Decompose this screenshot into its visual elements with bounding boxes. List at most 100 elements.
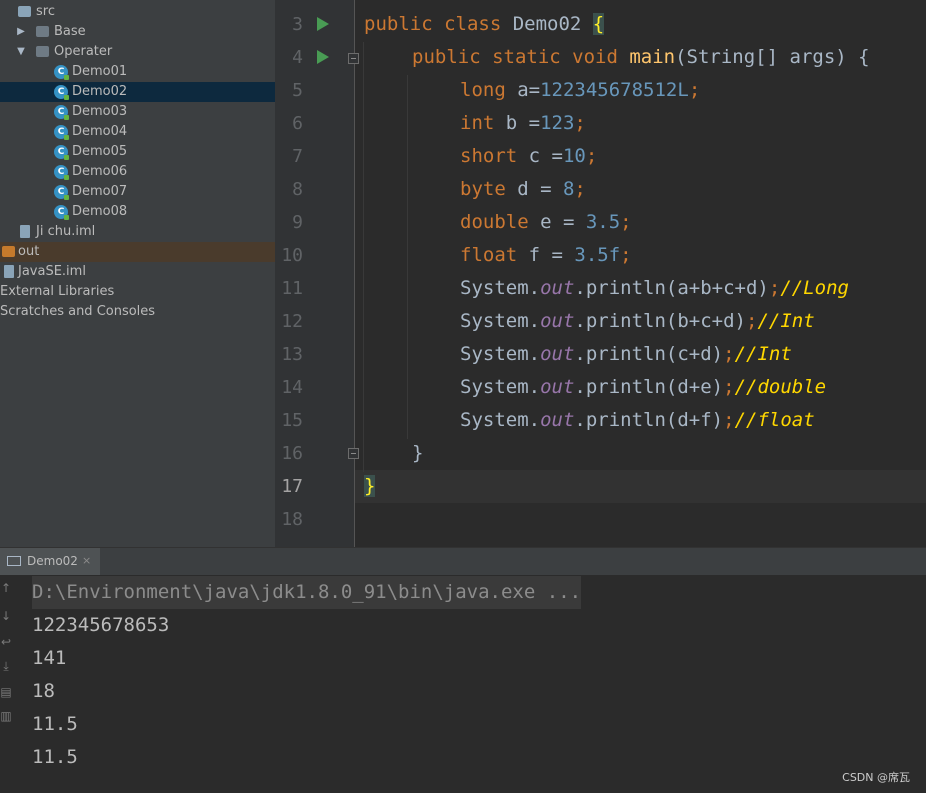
tree-item-label: src: [36, 4, 55, 19]
line-number: 14: [281, 377, 303, 398]
code-line: System.out.println(d+e);//double: [460, 376, 827, 398]
line-number: 18: [281, 509, 303, 530]
line-number: 17: [281, 476, 303, 497]
code-line: short c =10;: [460, 145, 598, 167]
run-toolbar: ↑ ↓ ↩ ⤓ ▤ ▥: [0, 575, 18, 793]
tree-item-label: Base: [54, 24, 86, 39]
console-output-line: 141: [32, 647, 67, 669]
tree-item-operater[interactable]: ▼ Operater: [0, 42, 275, 62]
tree-item-out[interactable]: out: [0, 242, 275, 262]
indent-guide: [407, 75, 408, 439]
code-line: }: [364, 475, 376, 497]
java-class-icon: C: [54, 105, 69, 120]
tree-item-label: External Libraries: [0, 284, 115, 299]
tree-item-base[interactable]: ▶ Base: [0, 22, 275, 42]
line-number: 9: [292, 212, 303, 233]
line-number: 7: [292, 146, 303, 167]
tree-item-label: Demo07: [72, 184, 128, 199]
java-class-icon: C: [54, 85, 69, 100]
tree-item-external-libraries[interactable]: External Libraries: [0, 282, 275, 302]
console-icon: [7, 556, 21, 566]
tree-item-label: Demo05: [72, 144, 128, 159]
close-icon[interactable]: ×: [82, 554, 91, 567]
package-icon: [36, 26, 49, 37]
java-class-icon: C: [54, 165, 69, 180]
tree-item-demo04[interactable]: C Demo04: [0, 122, 275, 142]
tree-item-label: out: [18, 244, 40, 259]
tree-item-label: Demo01: [72, 64, 128, 79]
run-panel-header: Demo02 ×: [0, 547, 926, 576]
tree-item-demo05[interactable]: C Demo05: [0, 142, 275, 162]
line-number: 12: [281, 311, 303, 332]
line-number: 8: [292, 179, 303, 200]
module-file-icon: [4, 265, 14, 278]
code-line: int b =123;: [460, 112, 586, 134]
tree-item-scratches[interactable]: Scratches and Consoles: [0, 302, 275, 322]
code-line: System.out.println(b+c+d);//Int: [460, 310, 815, 332]
console-output-line: 11.5: [32, 713, 78, 735]
console-output-line: 122345678653: [32, 614, 170, 636]
code-line: System.out.println(c+d);//Int: [460, 343, 792, 365]
tree-item-ji-chu-iml[interactable]: Ji chu.iml: [0, 222, 275, 242]
code-line: public static void main(String[] args) {: [412, 46, 870, 68]
tree-item-src[interactable]: src: [0, 2, 275, 22]
chevron-down-icon[interactable]: ▼: [16, 42, 26, 62]
code-line: long a=122345678512L;: [460, 79, 701, 101]
line-number: 10: [281, 245, 303, 266]
run-class-icon[interactable]: [317, 17, 329, 31]
soft-wrap-icon[interactable]: ↩: [0, 635, 12, 649]
tree-item-label: JavaSE.iml: [18, 264, 86, 279]
scroll-to-end-icon[interactable]: ⤓: [0, 659, 12, 674]
code-line: float f = 3.5f;: [460, 244, 632, 266]
console-command-line[interactable]: D:\Environment\java\jdk1.8.0_91\bin\java…: [32, 576, 582, 609]
tree-item-demo03[interactable]: C Demo03: [0, 102, 275, 122]
code-line: double e = 3.5;: [460, 211, 632, 233]
tree-item-demo01[interactable]: C Demo01: [0, 62, 275, 82]
arrow-up-icon[interactable]: ↑: [0, 581, 12, 595]
tree-item-label: Demo06: [72, 164, 128, 179]
tree-item-demo07[interactable]: C Demo07: [0, 182, 275, 202]
folder-icon: [18, 6, 31, 17]
watermark: CSDN @席瓦: [842, 771, 910, 784]
line-number: 15: [281, 410, 303, 431]
code-line: System.out.println(a+b+c+d);//Long: [460, 277, 849, 299]
tree-item-label: Demo02: [72, 84, 128, 99]
gutter-divider: [354, 0, 355, 547]
chevron-right-icon[interactable]: ▶: [16, 22, 26, 42]
fold-marker-icon[interactable]: [348, 448, 359, 459]
project-tree: src ▶ Base ▼ Operater C Demo01 C Demo02 …: [0, 0, 275, 547]
arrow-down-icon[interactable]: ↓: [0, 609, 12, 623]
line-number: 5: [292, 80, 303, 101]
java-class-icon: C: [54, 145, 69, 160]
line-number: 3: [292, 14, 303, 35]
code-line: System.out.println(d+f);//float: [460, 409, 815, 431]
trash-icon[interactable]: ▥: [0, 709, 12, 723]
tree-item-label: Demo03: [72, 104, 128, 119]
tree-item-label: Ji chu.iml: [36, 224, 96, 239]
tree-item-demo08[interactable]: C Demo08: [0, 202, 275, 222]
run-tab-label: Demo02: [27, 554, 78, 568]
line-number: 11: [281, 278, 303, 299]
tree-item-demo06[interactable]: C Demo06: [0, 162, 275, 182]
tree-item-label: Operater: [54, 44, 113, 59]
tree-item-label: Demo08: [72, 204, 128, 219]
line-number: 13: [281, 344, 303, 365]
package-icon: [36, 46, 49, 57]
print-icon[interactable]: ▤: [0, 685, 12, 699]
line-number: 16: [281, 443, 303, 464]
module-file-icon: [20, 225, 30, 238]
fold-marker-icon[interactable]: [348, 53, 359, 64]
java-class-icon: C: [54, 205, 69, 220]
line-number: 6: [292, 113, 303, 134]
java-class-icon: C: [54, 185, 69, 200]
run-main-icon[interactable]: [317, 50, 329, 64]
tree-item-javase-iml[interactable]: JavaSE.iml: [0, 262, 275, 282]
tree-item-demo02[interactable]: C Demo02: [0, 82, 275, 102]
run-tab-demo02[interactable]: Demo02 ×: [0, 548, 100, 576]
folder-icon: [2, 246, 15, 257]
code-line: }: [412, 442, 424, 464]
line-number: 4: [292, 47, 303, 68]
java-class-icon: C: [54, 65, 69, 80]
code-line: public class Demo02 {: [364, 13, 605, 35]
current-line-highlight: [355, 470, 926, 503]
